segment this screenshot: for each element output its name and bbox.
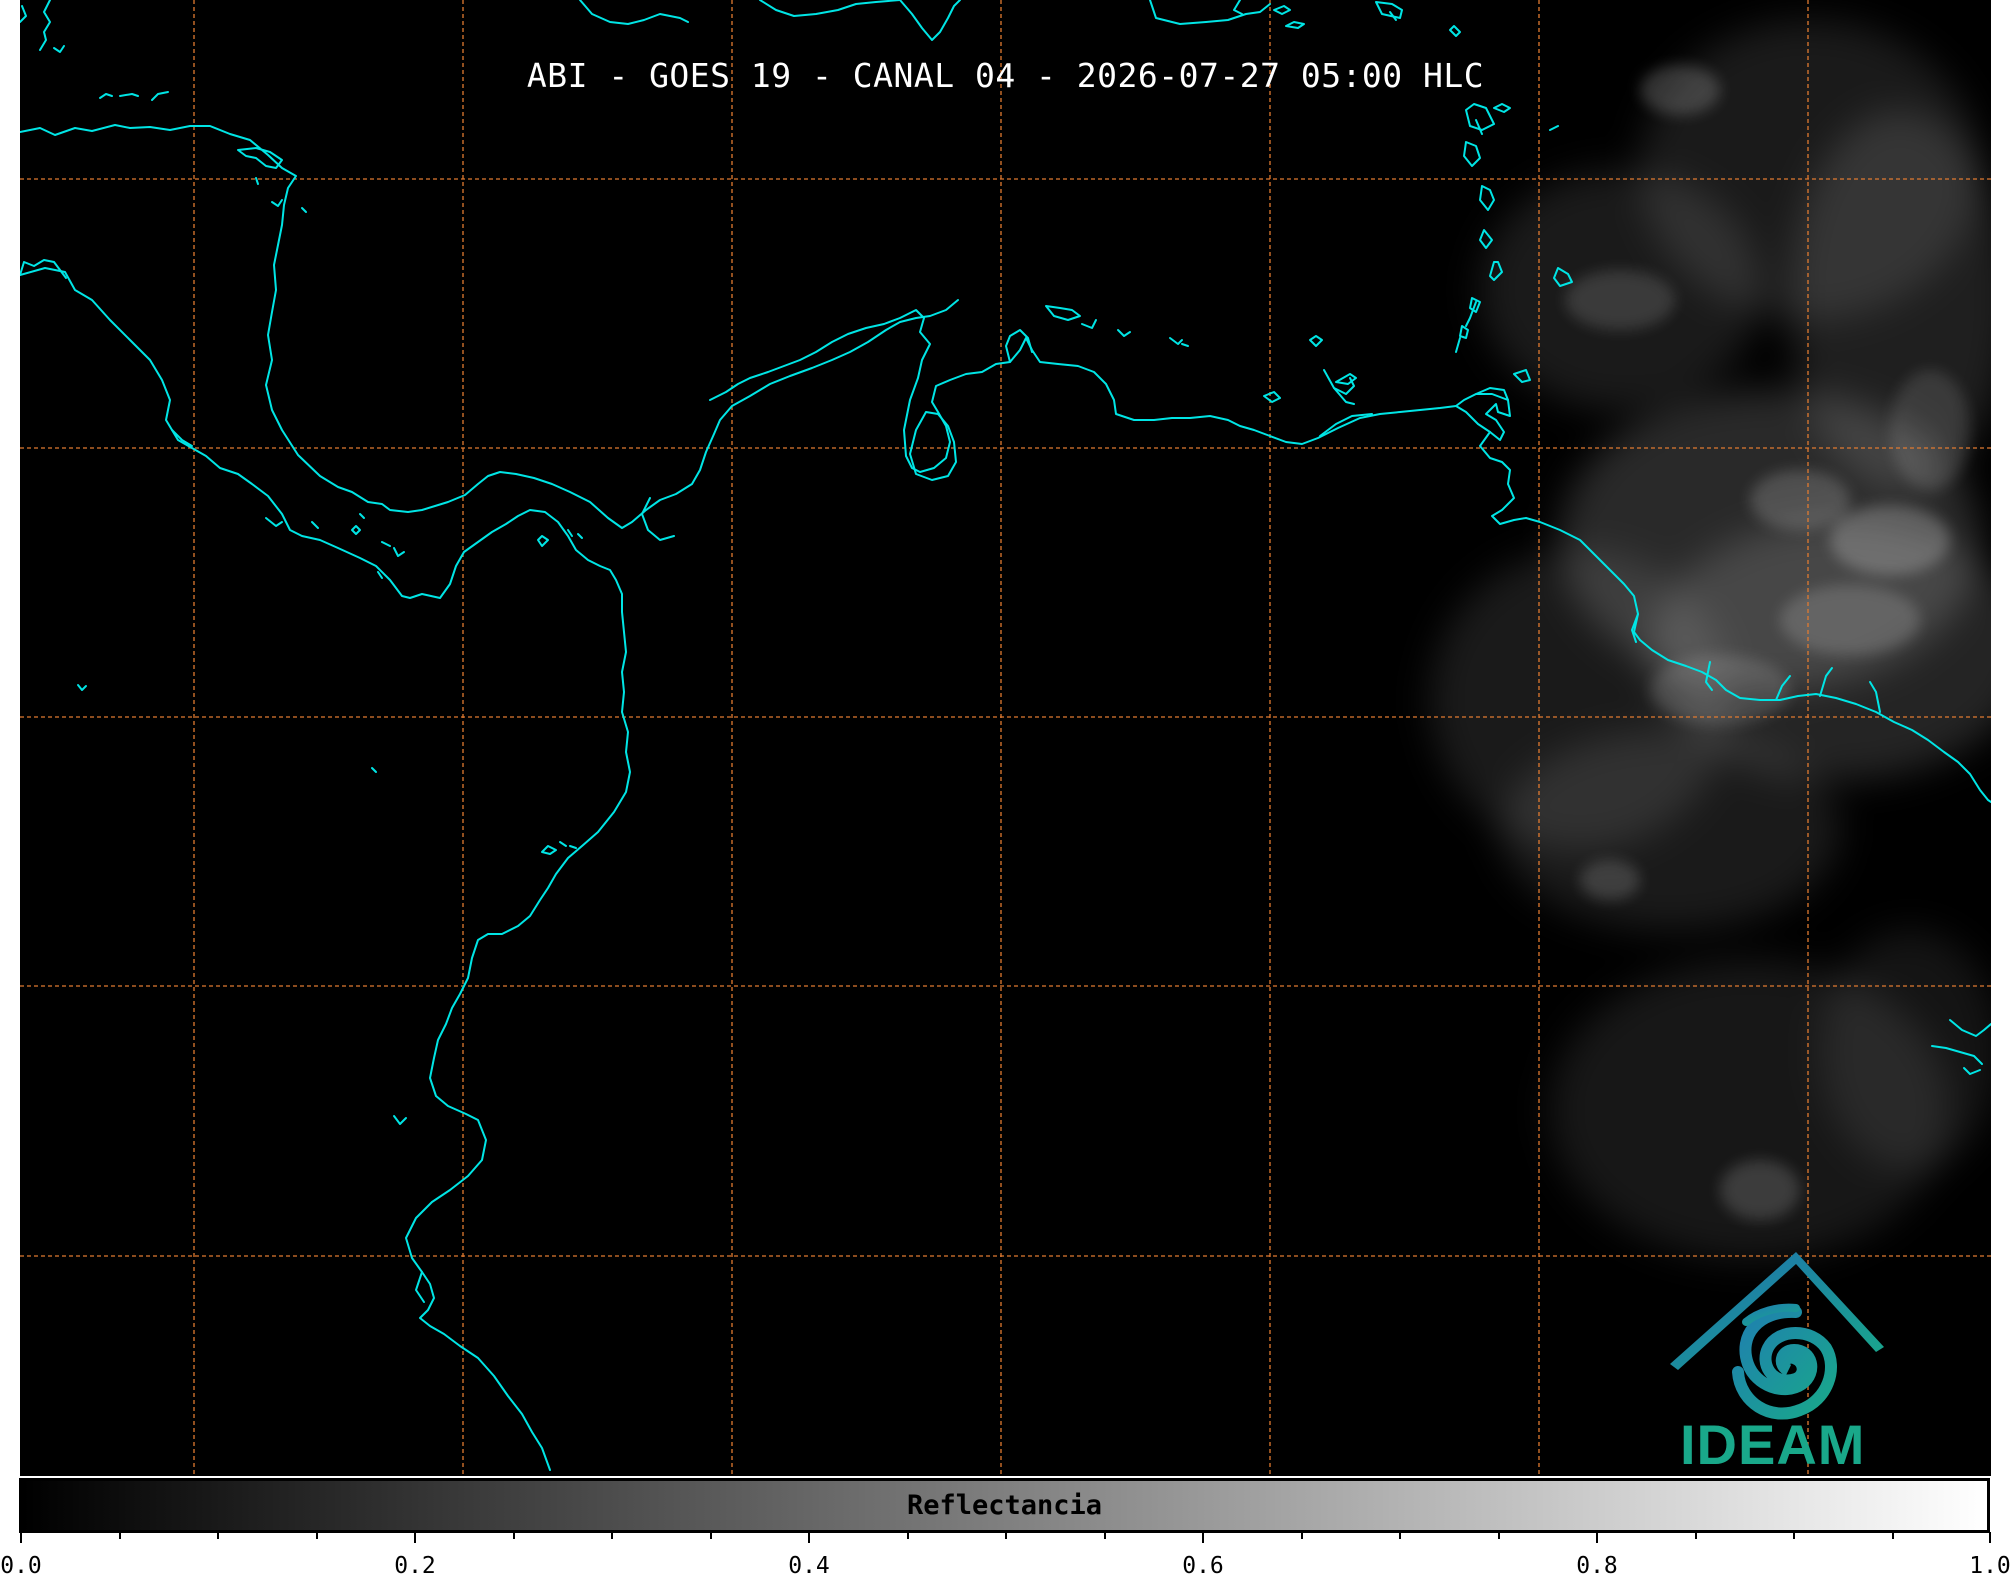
colorbar: Reflectancia xyxy=(19,1478,1990,1533)
colorbar-tick-4: 0.8 xyxy=(1576,1553,1618,1579)
colorbar-tick-2: 0.4 xyxy=(788,1553,830,1579)
colorbar-tick-3: 0.6 xyxy=(1182,1553,1224,1579)
colorbar-label: Reflectancia xyxy=(906,1490,1103,1521)
colorbar-tick-0: 0.0 xyxy=(0,1553,42,1579)
colorbar-tick-5: 1.0 xyxy=(1969,1553,2011,1579)
map-title: ABI - GOES 19 - CANAL 04 - 2026-07-27 05… xyxy=(526,56,1485,95)
colorbar-tick-1: 0.2 xyxy=(394,1553,436,1579)
cloud-layer xyxy=(1430,20,1991,1260)
ideam-logo-text: IDEAM xyxy=(1680,1413,1866,1476)
